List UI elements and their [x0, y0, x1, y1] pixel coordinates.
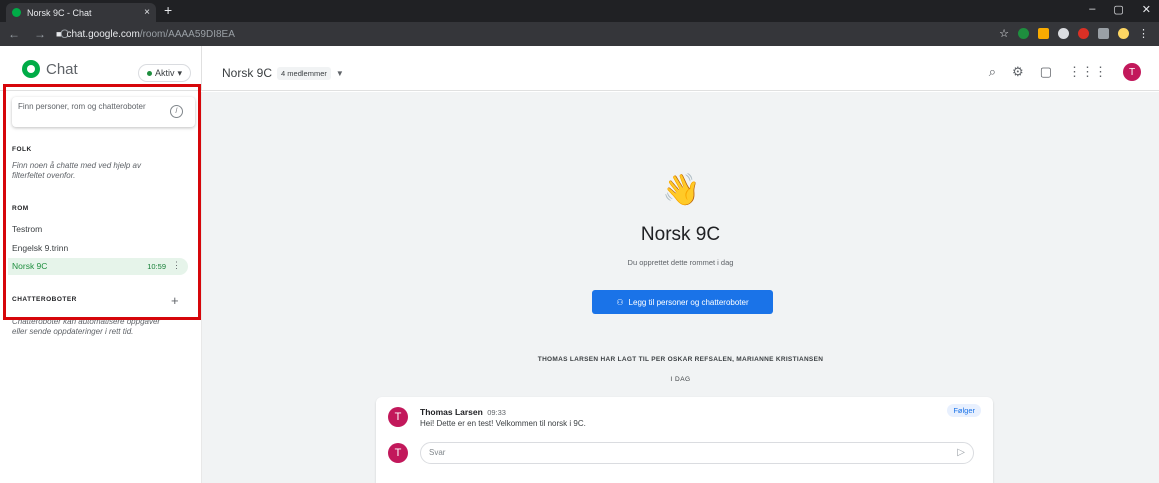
message-author: Thomas Larsen 09:33 [420, 407, 506, 417]
new-tab-button[interactable]: + [164, 2, 172, 18]
room-created-note: Du opprettet dette rommet i dag [627, 258, 734, 267]
bots-hint: Chatteroboter kan automatisere oppgaver … [12, 317, 161, 336]
feedback-icon[interactable]: ▢ [1040, 64, 1052, 80]
add-people-button[interactable]: ⚇ Legg til personer og chatteroboter [592, 290, 773, 314]
header-actions: ⌕ ⚙ ▢ ⋮⋮⋮ T [989, 63, 1141, 81]
room-title: Norsk 9C [222, 66, 273, 80]
chat-logo-text: Chat [46, 60, 78, 78]
extension-puzzle-icon[interactable] [1098, 28, 1109, 39]
people-section-header: FOLK [12, 146, 32, 153]
search-icon[interactable]: ⌕ [989, 64, 996, 80]
chat-logo-icon [22, 60, 40, 78]
waving-hands-icon: 👋 [662, 172, 701, 207]
tab-title: Norsk 9C - Chat [27, 7, 92, 18]
close-window-button[interactable]: ✕ [1142, 3, 1151, 16]
author-name: Thomas Larsen [420, 407, 483, 417]
people-hint: Finn noen å chatte med ved hjelp av filt… [12, 161, 141, 180]
room-label: Norsk 9C [12, 261, 48, 271]
sidebar-item-norsk-9c[interactable]: Norsk 9C 10:59 ⋮ [8, 258, 188, 275]
url-path: /room/AAAA59DI8EA [139, 28, 235, 40]
message-text: Hei! Dette er en test! Velkommen til nor… [420, 419, 586, 428]
reply-placeholder: Svar [429, 448, 446, 457]
back-icon[interactable]: ← [8, 27, 20, 41]
date-divider: I DAG [670, 376, 691, 383]
url-field[interactable]: ■ chat.google.com /room/AAAA59DI8EA [56, 26, 976, 42]
header-divider [201, 46, 202, 91]
room-timestamp: 10:59 [147, 262, 166, 271]
bookmark-star-icon[interactable]: ☆ [999, 27, 1009, 40]
message-time: 09:33 [487, 408, 506, 417]
browser-menu-icon[interactable]: ⋮ [1138, 27, 1149, 40]
sidebar-item-engelsk[interactable]: Engelsk 9.trinn [12, 243, 68, 253]
message-thread: T Thomas Larsen 09:33 Hei! Dette er en t… [376, 397, 993, 483]
lock-icon: ■ [56, 29, 62, 39]
member-count-badge: 4 medlemmer [277, 66, 331, 80]
apps-grid-icon[interactable]: ⋮⋮⋮ [1068, 64, 1107, 80]
search-placeholder: Finn personer, rom og chatteroboter [18, 102, 146, 111]
extension-green-icon[interactable] [1018, 28, 1029, 39]
add-bot-icon[interactable]: + [171, 293, 179, 308]
chevron-down-icon: ▼ [335, 68, 344, 78]
avatar[interactable]: T [388, 407, 408, 427]
room-welcome-title: Norsk 9C [640, 224, 721, 245]
send-icon[interactable]: ▷ [957, 447, 965, 458]
room-title-menu[interactable]: Norsk 9C 4 medlemmer ▼ [222, 66, 344, 80]
extension-red-icon[interactable] [1078, 28, 1089, 39]
browser-tab-bar: Norsk 9C - Chat × + – ▢ ✕ [0, 0, 1159, 22]
follow-button[interactable]: Følger [947, 404, 981, 417]
settings-icon[interactable]: ⚙ [1012, 64, 1024, 80]
status-dropdown[interactable]: Aktiv ▾ [138, 64, 192, 82]
chat-header: Chat Aktiv ▾ Norsk 9C 4 medlemmer ▼ ⌕ ⚙ … [0, 46, 1159, 91]
bots-section-header: CHATTEROBOTER [12, 296, 77, 303]
extension-icons: ☆ ⋮ [999, 27, 1149, 40]
system-message: THOMAS LARSEN HAR LAGT TIL PER OSKAR REF… [537, 356, 824, 363]
chat-logo[interactable]: Chat [22, 60, 78, 78]
forward-icon[interactable]: → [34, 27, 46, 41]
search-input[interactable]: Finn personer, rom og chatteroboter / [12, 97, 195, 127]
browser-address-bar: ← → C ■ chat.google.com /room/AAAA59DI8E… [0, 22, 1159, 46]
chat-favicon-icon [12, 8, 21, 17]
status-dot-icon [147, 70, 152, 76]
reply-avatar: T [388, 443, 408, 463]
sidebar-item-testrom[interactable]: Testrom [12, 224, 42, 234]
shortcut-badge: / [170, 105, 183, 118]
maximize-button[interactable]: ▢ [1113, 3, 1123, 16]
profile-avatar-icon[interactable] [1118, 28, 1129, 39]
browser-tab[interactable]: Norsk 9C - Chat × [6, 3, 156, 22]
account-avatar[interactable]: T [1123, 63, 1141, 81]
add-person-icon: ⚇ [616, 297, 624, 307]
add-people-label: Legg til personer og chatteroboter [628, 297, 749, 307]
url-host: chat.google.com [66, 28, 140, 40]
window-controls: – ▢ ✕ [1089, 3, 1151, 16]
extension-clock-icon[interactable] [1058, 28, 1069, 39]
rooms-section-header: ROM [12, 205, 29, 212]
extension-yellow-icon[interactable] [1038, 28, 1049, 39]
tab-close-icon[interactable]: × [144, 7, 150, 18]
more-options-icon[interactable]: ⋮ [172, 260, 181, 271]
minimize-button[interactable]: – [1089, 3, 1095, 16]
chevron-down-icon: ▾ [177, 67, 183, 78]
status-label: Aktiv [155, 68, 175, 78]
reply-input[interactable]: Svar ▷ [420, 442, 974, 464]
